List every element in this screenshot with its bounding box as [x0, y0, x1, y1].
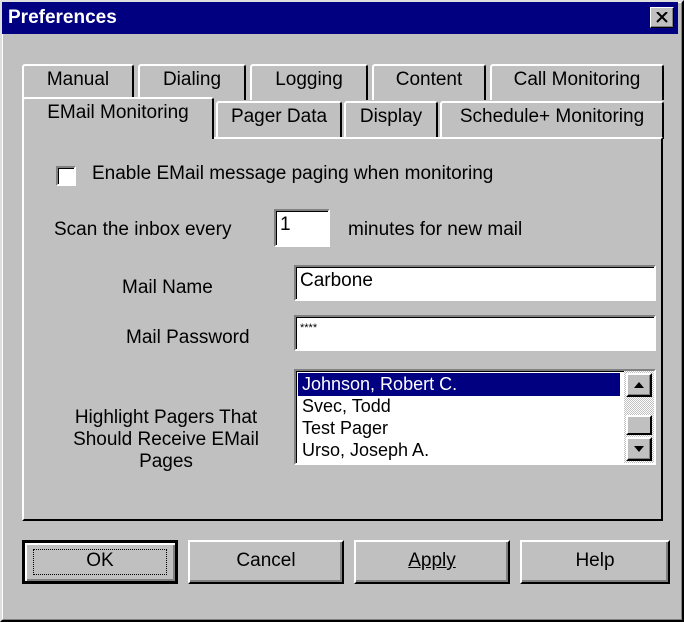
enable-email-paging-label[interactable]: Enable EMail message paging when monitor…	[92, 163, 493, 185]
help-label: Help	[575, 550, 615, 571]
tab-label: Dialing	[162, 69, 222, 90]
close-button[interactable]	[650, 7, 674, 28]
apply-label: Apply	[408, 550, 456, 571]
email-monitoring-panel: Enable EMail message paging when monitor…	[22, 137, 663, 521]
list-item[interactable]: Test Pager	[298, 417, 620, 440]
title-bar[interactable]: Preferences	[2, 2, 678, 34]
dialog-title: Preferences	[8, 7, 117, 28]
scan-interval-suffix: minutes for new mail	[348, 219, 523, 240]
tab-pager-data[interactable]: Pager Data	[216, 101, 342, 139]
pagers-listbox[interactable]: Johnson, Robert C. Svec, Todd Test Pager…	[294, 369, 656, 465]
scroll-up-button[interactable]	[626, 373, 652, 397]
enable-email-paging-checkbox[interactable]	[56, 166, 76, 186]
list-item[interactable]: Johnson, Robert C.	[298, 373, 620, 396]
pagers-scrollbar[interactable]	[624, 371, 654, 463]
mail-password-input[interactable]: ****	[294, 315, 656, 351]
close-icon	[656, 12, 668, 23]
scan-interval-input[interactable]: 1	[274, 209, 330, 247]
mail-password-label: Mail Password	[126, 327, 250, 348]
list-item[interactable]: Urso, Joseph A.	[298, 439, 620, 462]
tab-label: Schedule+ Monitoring	[459, 106, 645, 127]
tab-label: Manual	[46, 69, 110, 90]
tab-content[interactable]: Content	[372, 64, 486, 100]
scroll-down-button[interactable]	[626, 437, 652, 461]
tab-label: Content	[395, 69, 463, 90]
tab-label: Pager Data	[230, 106, 328, 127]
scroll-thumb[interactable]	[626, 415, 652, 435]
scan-interval-prefix: Scan the inbox every	[54, 219, 232, 240]
cancel-label: Cancel	[236, 550, 296, 571]
list-item[interactable]: Svec, Todd	[298, 395, 620, 418]
focus-rect	[33, 549, 167, 575]
tab-manual[interactable]: Manual	[22, 64, 134, 100]
apply-button[interactable]: Apply	[354, 540, 510, 584]
mail-name-label: Mail Name	[122, 277, 213, 298]
cancel-button[interactable]: Cancel	[188, 540, 344, 584]
help-button[interactable]: Help	[520, 540, 670, 584]
pagers-label-line: Pages	[139, 451, 193, 472]
mail-name-input[interactable]: Carbone	[294, 265, 656, 301]
tab-call-monitoring[interactable]: Call Monitoring	[490, 64, 664, 100]
ok-button[interactable]: OK	[22, 540, 178, 584]
pagers-label: Highlight Pagers That Should Receive EMa…	[50, 407, 282, 473]
preferences-dialog: Preferences Manual Dialing Logging Conte…	[0, 0, 684, 622]
arrow-down-icon	[634, 446, 644, 452]
tab-label: EMail Monitoring	[47, 102, 189, 123]
tab-label: Logging	[275, 69, 343, 90]
tab-logging[interactable]: Logging	[250, 64, 368, 100]
tab-schedule-monitoring[interactable]: Schedule+ Monitoring	[440, 101, 664, 139]
tab-label: Call Monitoring	[513, 69, 641, 90]
tab-display[interactable]: Display	[344, 101, 438, 139]
pagers-label-line: Highlight Pagers That	[74, 407, 258, 428]
pagers-label-line: Should Receive EMail	[73, 429, 259, 450]
tab-dialing[interactable]: Dialing	[138, 64, 246, 100]
tab-email-monitoring[interactable]: EMail Monitoring	[22, 97, 214, 143]
tab-label: Display	[359, 106, 423, 127]
arrow-up-icon	[634, 382, 644, 388]
